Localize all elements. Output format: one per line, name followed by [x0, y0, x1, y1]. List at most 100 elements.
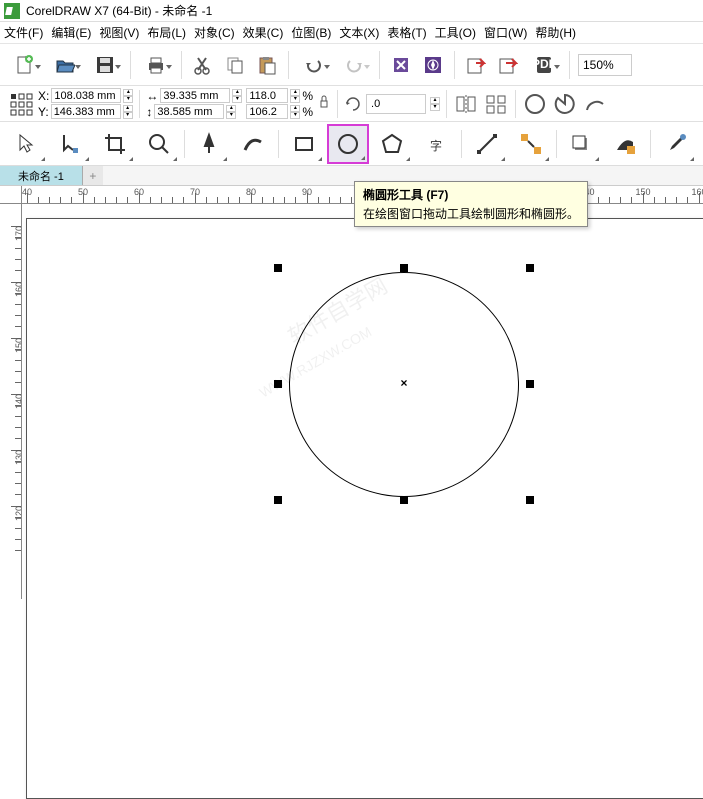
redo-button[interactable] — [337, 50, 371, 80]
separator — [130, 51, 131, 79]
save-button[interactable] — [88, 50, 122, 80]
object-origin-icon[interactable] — [8, 89, 34, 119]
separator — [515, 90, 516, 118]
menu-effects[interactable]: 效果(C) — [243, 24, 284, 41]
menu-view[interactable]: 视图(V) — [99, 24, 139, 41]
standard-toolbar: PDF — [0, 44, 703, 86]
dimension-tool[interactable] — [466, 124, 508, 164]
y-label: Y: — [38, 105, 49, 119]
toolbox-bar: 字 — [0, 122, 703, 166]
scaley-input[interactable] — [246, 104, 288, 119]
paste-button[interactable] — [254, 50, 280, 80]
search-button[interactable] — [388, 50, 414, 80]
add-tab-button[interactable]: + — [83, 166, 103, 185]
copy-button[interactable] — [222, 50, 248, 80]
angle-input[interactable] — [366, 94, 426, 114]
handle-br[interactable] — [526, 496, 534, 504]
scalex-input[interactable] — [246, 88, 288, 103]
y-input[interactable] — [51, 104, 121, 119]
export-button[interactable] — [495, 50, 521, 80]
lock-ratio-button[interactable] — [317, 92, 331, 116]
separator — [379, 51, 380, 79]
rotate-icon — [344, 95, 362, 113]
pick-tool[interactable] — [6, 124, 48, 164]
import-button[interactable] — [463, 50, 489, 80]
width-icon: ↔ — [146, 89, 158, 103]
polygon-tool[interactable] — [371, 124, 413, 164]
menu-window[interactable]: 窗口(W) — [484, 24, 527, 41]
zoom-input[interactable] — [578, 54, 632, 76]
separator — [454, 51, 455, 79]
x-input[interactable] — [51, 88, 121, 103]
width-input[interactable] — [160, 88, 230, 103]
menu-bar: 文件(F) 编辑(E) 视图(V) 布局(L) 对象(C) 效果(C) 位图(B… — [0, 22, 703, 44]
separator — [288, 51, 289, 79]
height-input[interactable] — [154, 104, 224, 119]
cut-button[interactable] — [190, 50, 216, 80]
scale-section: ▴▾% ▴▾% — [246, 88, 313, 119]
menu-file[interactable]: 文件(F) — [4, 24, 43, 41]
handle-tl[interactable] — [274, 264, 282, 272]
menu-table[interactable]: 表格(T) — [387, 24, 426, 41]
ruler-origin[interactable] — [0, 186, 22, 204]
crop-tool[interactable] — [94, 124, 136, 164]
x-label: X: — [38, 89, 49, 103]
menu-text[interactable]: 文本(X) — [339, 24, 379, 41]
shape-tool[interactable] — [50, 124, 92, 164]
menu-help[interactable]: 帮助(H) — [535, 24, 576, 41]
pct1: % — [302, 89, 313, 103]
transparency-tool[interactable] — [604, 124, 646, 164]
x-spinner[interactable]: ▴▾ — [123, 89, 133, 103]
height-icon: ↕ — [146, 105, 152, 119]
handle-bc[interactable] — [400, 496, 408, 504]
document-tab[interactable]: 未命名 -1 — [0, 166, 83, 185]
handle-ml[interactable] — [274, 380, 282, 388]
eyedropper-tool[interactable] — [655, 124, 697, 164]
menu-object[interactable]: 对象(C) — [194, 24, 235, 41]
rectangle-tool[interactable] — [283, 124, 325, 164]
canvas[interactable]: 软件自学网 WWW.RJZXW.COM × — [22, 204, 703, 599]
ellipse-shape-button[interactable] — [522, 89, 548, 119]
handle-mr[interactable] — [526, 380, 534, 388]
center-marker[interactable]: × — [400, 377, 407, 391]
menu-edit[interactable]: 编辑(E) — [51, 24, 91, 41]
zoom-tool[interactable] — [138, 124, 180, 164]
menu-layout[interactable]: 布局(L) — [147, 24, 186, 41]
handle-bl[interactable] — [274, 496, 282, 504]
new-button[interactable] — [8, 50, 42, 80]
mirror-v-button[interactable] — [483, 89, 509, 119]
pie-shape-button[interactable] — [552, 89, 578, 119]
size-section: ↔ ▴▾ ↕ ▴▾ — [146, 88, 242, 119]
pct2: % — [302, 105, 313, 119]
work-area: 405060708090100110120130140150160 170160… — [0, 186, 703, 599]
property-bar: X: ▴▾ Y: ▴▾ ↔ ▴▾ ↕ ▴▾ ▴▾% ▴▾% ▴▾ — [0, 86, 703, 122]
connector-tool[interactable] — [510, 124, 552, 164]
window-title: CorelDRAW X7 (64-Bit) - 未命名 -1 — [26, 2, 212, 19]
publish-pdf-button[interactable]: PDF — [527, 50, 561, 80]
angle-spinner[interactable]: ▴▾ — [430, 97, 440, 111]
ellipse-tool[interactable] — [327, 124, 369, 164]
handle-tr[interactable] — [526, 264, 534, 272]
ruler-vertical[interactable]: 170160150140130120 — [0, 204, 22, 599]
w-spinner[interactable]: ▴▾ — [232, 89, 242, 103]
sy-spinner[interactable]: ▴▾ — [290, 105, 300, 119]
separator — [181, 51, 182, 79]
launch-button[interactable] — [420, 50, 446, 80]
menu-tools[interactable]: 工具(O) — [435, 24, 476, 41]
arc-shape-button[interactable] — [582, 89, 608, 119]
handle-tc[interactable] — [400, 264, 408, 272]
print-button[interactable] — [139, 50, 173, 80]
text-tool[interactable]: 字 — [415, 124, 457, 164]
mirror-h-button[interactable] — [453, 89, 479, 119]
y-spinner[interactable]: ▴▾ — [123, 105, 133, 119]
separator — [446, 90, 447, 118]
artistic-media-tool[interactable] — [232, 124, 274, 164]
svg-text:PDF: PDF — [534, 57, 554, 71]
drop-shadow-tool[interactable] — [561, 124, 603, 164]
menu-bitmap[interactable]: 位图(B) — [291, 24, 331, 41]
undo-button[interactable] — [297, 50, 331, 80]
freehand-tool[interactable] — [189, 124, 231, 164]
open-button[interactable] — [48, 50, 82, 80]
h-spinner[interactable]: ▴▾ — [226, 105, 236, 119]
sx-spinner[interactable]: ▴▾ — [290, 89, 300, 103]
